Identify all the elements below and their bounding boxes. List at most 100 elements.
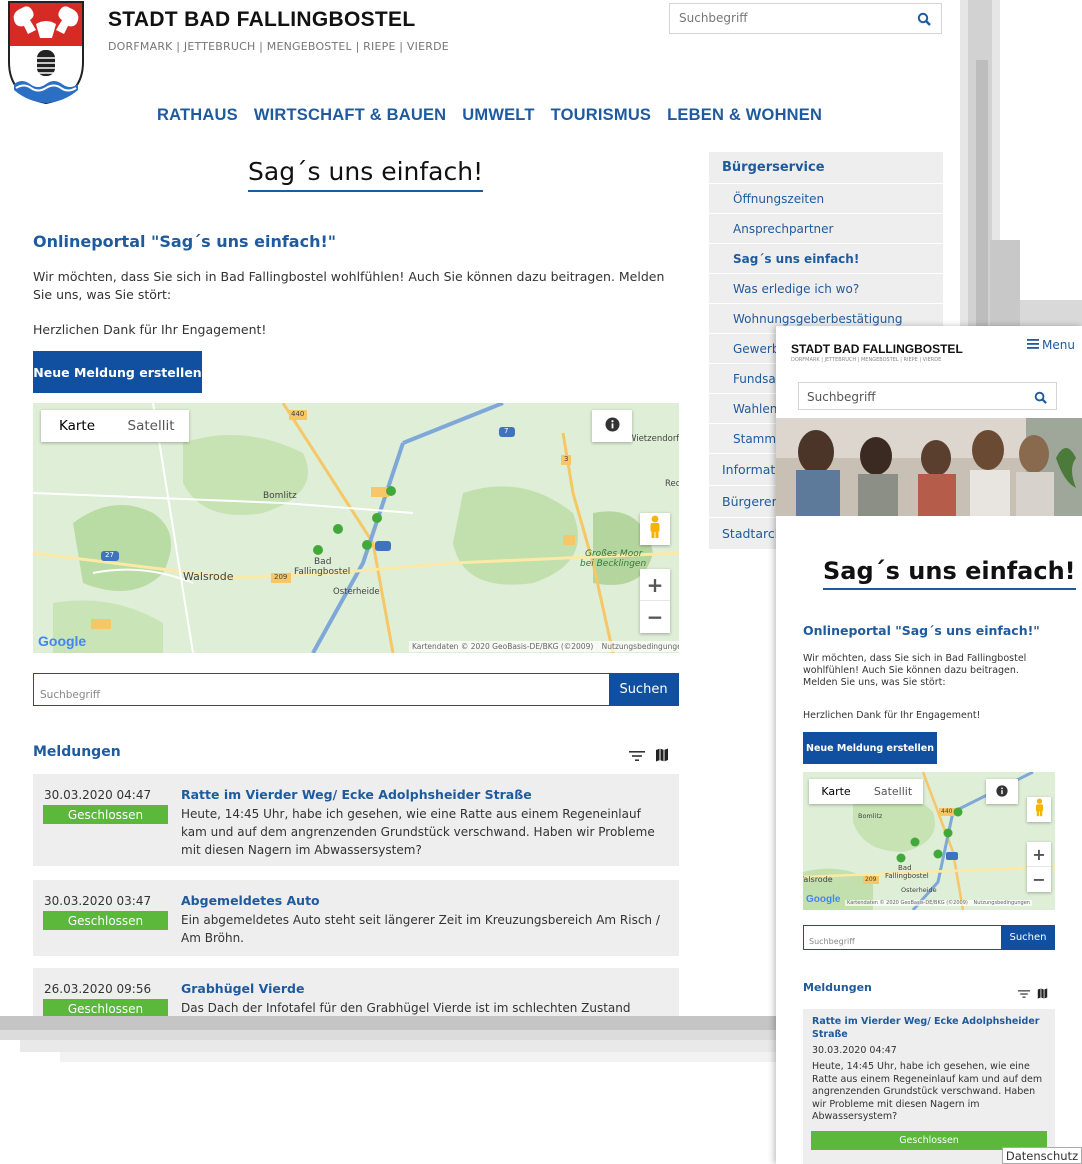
map-type-toggle: Karte Satellit	[41, 410, 189, 442]
mobile-menu-button[interactable]: Menu	[1027, 338, 1075, 352]
portal-heading: Onlineportal "Sag´s uns einfach!"	[33, 232, 337, 251]
header-search-input[interactable]: Suchbegriff	[669, 3, 942, 34]
nav-item-tourismus[interactable]: TOURISMUS	[551, 106, 652, 125]
place-label-bomlitz: Bomlitz	[263, 491, 297, 501]
thanks-text: Herzlichen Dank für Ihr Engagement!	[33, 322, 267, 337]
map-view-icon[interactable]	[655, 747, 669, 766]
mobile-map-type-karte[interactable]: Karte	[809, 779, 863, 804]
mobile-search-input[interactable]: Suchbegriff	[798, 382, 1057, 410]
map-type-karte[interactable]: Karte	[41, 410, 113, 442]
search-icon[interactable]	[1034, 389, 1047, 408]
zoom-in-button[interactable]: +	[640, 569, 670, 601]
reports-map[interactable]: 440 7 3 27 209 Bomlitz Walsrode Bad Fall…	[33, 403, 679, 653]
nav-item-wirtschaft-bauen[interactable]: WIRTSCHAFT & BAUEN	[254, 106, 446, 125]
report-title-link[interactable]: Grabhügel Vierde	[181, 981, 304, 996]
mobile-map-terms-link[interactable]: Nutzungsbedingungen	[973, 900, 1030, 906]
place-label-grosses-moor: Großes Moor	[585, 549, 643, 559]
road-label-7: 7	[504, 427, 509, 435]
reports-toolbar	[629, 747, 669, 766]
mobile-page-title: Sag´s uns einfach!	[823, 557, 1076, 590]
report-title-link[interactable]: Ratte im Vierder Weg/ Ecke Adolphsheider…	[181, 787, 532, 802]
map-zoom-controls: + −	[640, 569, 670, 633]
report-text: Ein abgemeldetes Auto steht seit längere…	[181, 913, 660, 945]
place-label-bad: Bad	[314, 557, 332, 567]
report-date: 26.03.2020 09:56	[44, 982, 152, 996]
filter-icon[interactable]	[629, 747, 645, 766]
sidebar-heading[interactable]: Bürgerservice	[709, 152, 943, 184]
nav-item-leben-wohnen[interactable]: LEBEN & WOHNEN	[667, 106, 822, 125]
zoom-out-button[interactable]: −	[640, 601, 670, 633]
mobile-reports-map[interactable]: Bomlitz 440 209 Bad Fallingbostel Osterh…	[803, 772, 1055, 910]
report-item[interactable]: 30.03.2020 04:47 Geschlossen Ratte im Vi…	[33, 774, 679, 866]
mobile-report-text: Heute, 14:45 Uhr, habe ich gesehen, wie …	[812, 1061, 1043, 1122]
road-label-440: 440	[291, 410, 305, 418]
place-label-fallingbostel: Fallingbostel	[294, 567, 351, 577]
mobile-report-item[interactable]: Ratte im Vierder Weg/ Ecke Adolphsheider…	[803, 1009, 1055, 1164]
reports-heading: Meldungen	[33, 744, 121, 760]
sidebar-item-ansprechpartner[interactable]: Ansprechpartner	[709, 214, 943, 244]
hamburger-icon	[1027, 338, 1039, 352]
mobile-zoom-out-button[interactable]: −	[1027, 867, 1051, 892]
page-title: Sag´s uns einfach!	[248, 157, 484, 192]
mobile-report-date: 30.03.2020 04:47	[812, 1045, 897, 1056]
mobile-place-label-walsrode: Walsrode	[803, 875, 833, 884]
search-icon[interactable]	[917, 11, 931, 30]
mobile-site-title[interactable]: STADT BAD FALLINGBOSTEL	[791, 342, 963, 356]
place-label-wietzendorf: Wietzendorf	[628, 434, 679, 444]
nav-item-rathaus[interactable]: RATHAUS	[157, 106, 238, 125]
place-label-red: Red	[665, 479, 679, 489]
city-coat-of-arms-logo[interactable]	[6, 0, 86, 105]
mobile-intro-text: Wir möchten, dass Sie sich in Bad Fallin…	[803, 653, 1027, 688]
report-text: Das Dach der Infotafel für den Grabhügel…	[181, 1001, 631, 1015]
mobile-map-attribution: Kartendaten © 2020 GeoBasis-DE/BKG (©200…	[845, 900, 1032, 906]
sidebar-item-sags-uns-einfach[interactable]: Sag´s uns einfach!	[709, 244, 943, 274]
report-item[interactable]: 30.03.2020 03:47 Geschlossen Abgemeldete…	[33, 880, 679, 956]
mobile-menu-label: Menu	[1042, 338, 1075, 352]
mobile-thanks-text: Herzlichen Dank für Ihr Engagement!	[803, 710, 981, 721]
map-terms-link[interactable]: Nutzungsbedingungen	[602, 642, 679, 651]
google-logo[interactable]: Google	[38, 633, 86, 649]
mobile-new-report-button[interactable]: Neue Meldung erstellen	[803, 732, 937, 764]
search-submit-button[interactable]: Suchen	[609, 673, 678, 706]
map-info-button[interactable]	[592, 410, 632, 442]
new-report-button[interactable]: Neue Meldung erstellen	[33, 351, 202, 393]
filter-icon[interactable]	[1018, 984, 1030, 1003]
street-view-pegman[interactable]	[640, 513, 670, 545]
mobile-report-title-link[interactable]: Ratte im Vierder Weg/ Ecke Adolphsheider…	[812, 1015, 1042, 1041]
info-icon	[605, 417, 620, 436]
main-navigation: RATHAUS WIRTSCHAFT & BAUEN UMWELT TOURIS…	[157, 106, 822, 125]
mobile-report-search-placeholder: Suchbegriff	[809, 937, 855, 946]
mobile-search-submit-button[interactable]: Suchen	[1001, 925, 1055, 950]
report-item[interactable]: 26.03.2020 09:56 Geschlossen Grabhügel V…	[33, 968, 679, 1016]
mobile-map-type-satellit[interactable]: Satellit	[863, 779, 923, 804]
mobile-zoom-in-button[interactable]: +	[1027, 842, 1051, 867]
mobile-google-logo[interactable]: Google	[806, 894, 840, 905]
report-search-field[interactable]: Suchbegriff Suchen	[33, 673, 679, 706]
info-icon	[996, 782, 1008, 801]
nav-item-umwelt[interactable]: UMWELT	[462, 106, 534, 125]
sidebar-item-oeffnungszeiten[interactable]: Öffnungszeiten	[709, 184, 943, 214]
mobile-street-view-pegman[interactable]	[1027, 797, 1051, 822]
mobile-map-info-button[interactable]	[986, 779, 1018, 804]
privacy-button[interactable]: Datenschutz	[1002, 1147, 1082, 1164]
mobile-place-label-fallingbostel: Fallingbostel	[885, 872, 929, 880]
map-type-satellit[interactable]: Satellit	[113, 410, 189, 442]
road-label-209: 209	[274, 573, 288, 581]
mobile-portal-heading: Onlineportal "Sag´s uns einfach!"	[803, 623, 1040, 638]
intro-text: Wir möchten, dass Sie sich in Bad Fallin…	[33, 269, 665, 302]
mobile-report-search-field[interactable]: Suchbegriff Suchen	[803, 925, 1055, 950]
status-badge: Geschlossen	[43, 805, 168, 824]
mobile-place-label-bad: Bad	[898, 864, 912, 872]
report-title-link[interactable]: Abgemeldetes Auto	[181, 893, 320, 908]
mobile-road-label-440: 440	[941, 808, 953, 815]
mobile-reports-toolbar	[1018, 984, 1048, 1003]
map-view-icon[interactable]	[1037, 984, 1048, 1003]
site-title[interactable]: STADT BAD FALLINGBOSTEL	[108, 8, 416, 32]
hero-photo	[776, 418, 1082, 516]
sidebar-item-was-erledige-ich-wo[interactable]: Was erledige ich wo?	[709, 274, 943, 304]
search-placeholder: Suchbegriff	[679, 11, 748, 25]
mobile-map-attribution-text: Kartendaten © 2020 GeoBasis-DE/BKG (©200…	[847, 900, 968, 906]
status-badge: Geschlossen	[43, 911, 168, 930]
mobile-place-label-osterheide: Osterheide	[901, 886, 937, 894]
place-label-walsrode: Walsrode	[183, 570, 234, 583]
